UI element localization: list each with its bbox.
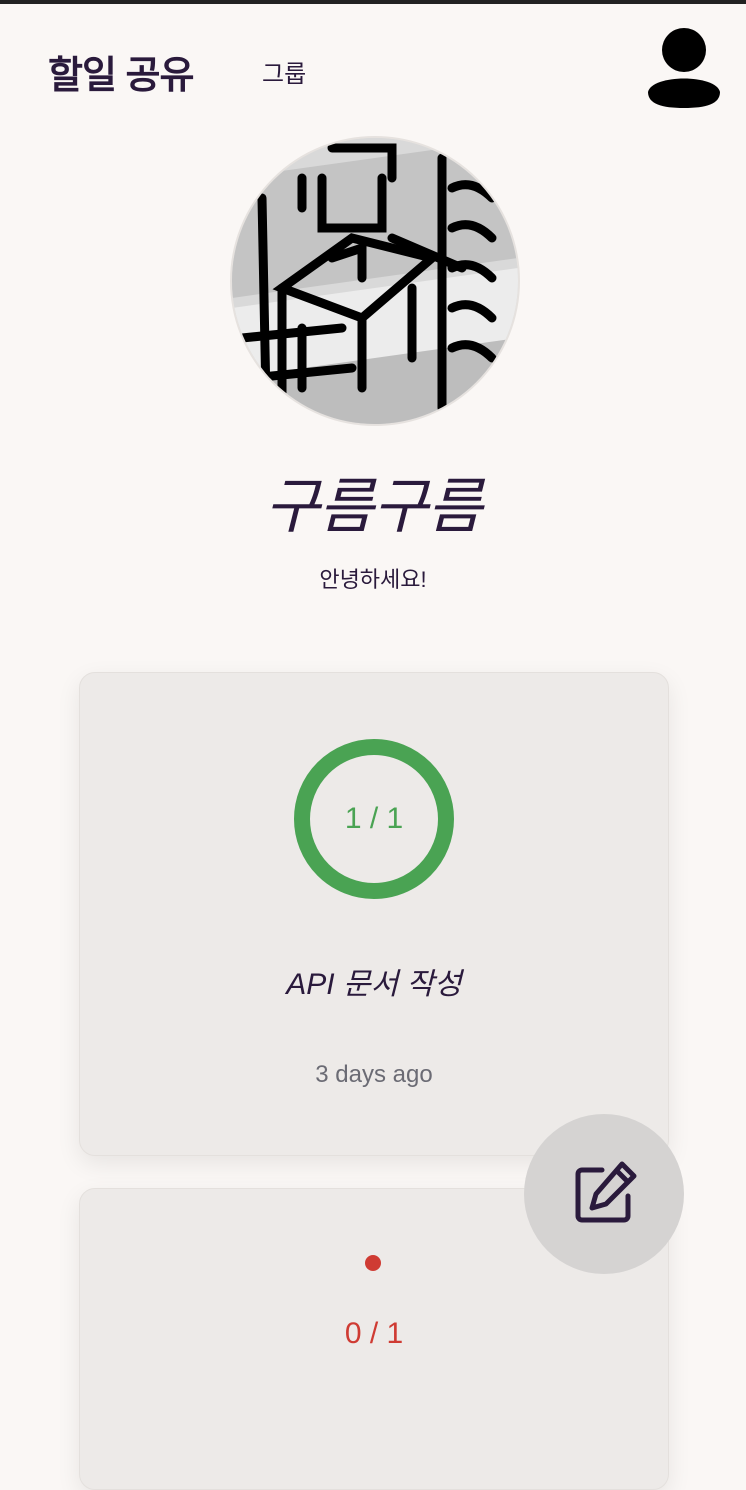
- user-icon[interactable]: [646, 26, 722, 110]
- edit-icon: [575, 1161, 637, 1223]
- profile-name: 구름구름: [264, 473, 483, 540]
- top-border: [0, 0, 746, 4]
- progress-ring: 1 / 1: [294, 739, 454, 899]
- profile-avatar: [230, 136, 520, 426]
- progress-count: 0 / 1: [344, 1317, 404, 1350]
- nav-link-group[interactable]: 그룹: [262, 54, 306, 89]
- edit-button[interactable]: [524, 1114, 684, 1274]
- app-brand[interactable]: 할일 공유: [48, 44, 194, 99]
- progress-count: 1 / 1: [344, 802, 404, 835]
- task-timestamp: 3 days ago: [315, 1061, 433, 1088]
- profile-bio: 안녕하세요!: [319, 567, 427, 592]
- task-card[interactable]: 1 / 1 API 문서 작성 3 days ago: [79, 672, 669, 1156]
- task-title: API 문서 작성: [286, 968, 462, 1001]
- status-dot: [365, 1255, 381, 1271]
